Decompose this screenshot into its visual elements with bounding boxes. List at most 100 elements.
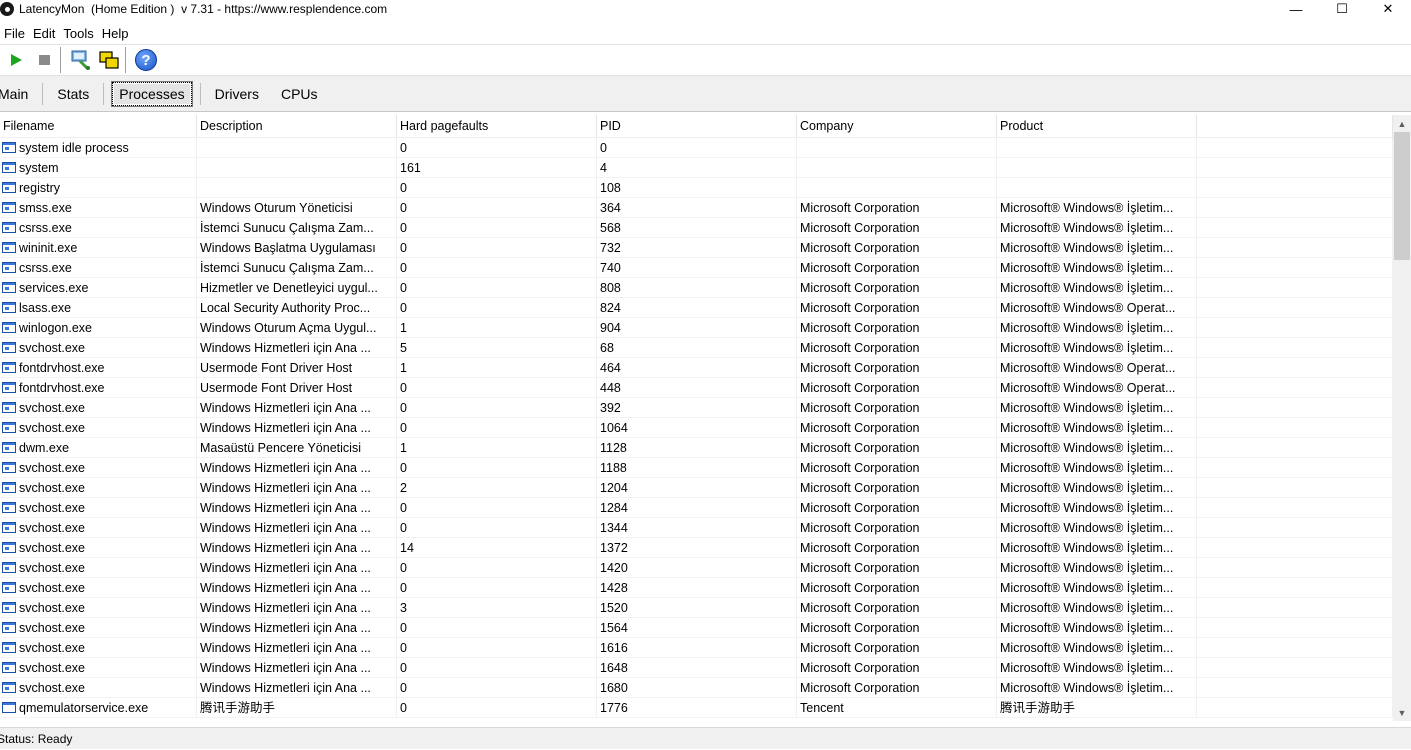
process-icon — [2, 562, 16, 573]
table-row[interactable]: svchost.exe Windows Hizmetleri için Ana .… — [0, 498, 1393, 518]
minimize-button[interactable]: — — [1273, 0, 1319, 18]
tab-main[interactable]: Main — [0, 83, 34, 105]
cell-hard-pagefaults: 1 — [397, 438, 597, 458]
filename-text: svchost.exe — [19, 620, 86, 635]
table-row[interactable]: fontdrvhost.exe Usermode Font Driver Host… — [0, 358, 1393, 378]
table-row[interactable]: svchost.exe Windows Hizmetleri için Ana .… — [0, 598, 1393, 618]
cell-company: Microsoft Corporation — [797, 678, 997, 698]
column-header-product[interactable]: Product — [997, 115, 1197, 138]
tab-bar: Main Stats Processes Drivers CPUs — [0, 76, 1411, 112]
close-button[interactable]: ✕ — [1365, 0, 1411, 18]
table-row[interactable]: lsass.exe Local Security Authority Proc..… — [0, 298, 1393, 318]
filename-text: svchost.exe — [19, 400, 86, 415]
cell-company: Microsoft Corporation — [797, 338, 997, 358]
table-row[interactable]: system 161 4 — [0, 158, 1393, 178]
maximize-button[interactable]: ☐ — [1319, 0, 1365, 18]
cell-hard-pagefaults: 0 — [397, 518, 597, 538]
tab-cpus[interactable]: CPUs — [275, 83, 324, 105]
table-row[interactable]: services.exe Hizmetler ve Denetleyici uyg… — [0, 278, 1393, 298]
process-icon — [2, 662, 16, 673]
cell-description: Windows Hizmetleri için Ana ... — [197, 458, 397, 478]
start-monitor-button[interactable] — [4, 48, 28, 72]
table-row[interactable]: svchost.exe Windows Hizmetleri için Ana .… — [0, 518, 1393, 538]
cell-product: Microsoft® Windows® İşletim... — [997, 558, 1197, 578]
table-row[interactable]: svchost.exe Windows Hizmetleri için Ana .… — [0, 578, 1393, 598]
filename-text: svchost.exe — [19, 480, 86, 495]
tab-processes[interactable]: Processes — [111, 80, 193, 107]
tab-separator — [199, 82, 201, 105]
scroll-up-arrow[interactable]: ▲ — [1393, 115, 1411, 132]
cell-filename: svchost.exe — [0, 458, 197, 478]
cell-filename: svchost.exe — [0, 478, 197, 498]
cell-pid: 68 — [597, 338, 797, 358]
table-row[interactable]: svchost.exe Windows Hizmetleri için Ana .… — [0, 538, 1393, 558]
table-row[interactable]: qmemulatorservice.exe 腾讯手游助手 0 1776 Tencent 腾… — [0, 698, 1393, 718]
vertical-scrollbar[interactable]: ▲ ▼ — [1393, 115, 1411, 721]
windows-tool-button[interactable] — [97, 48, 121, 72]
table-row[interactable]: registry 0 108 — [0, 178, 1393, 198]
column-header-pid[interactable]: PID — [597, 115, 797, 138]
scroll-down-arrow[interactable]: ▼ — [1393, 704, 1411, 721]
table-row[interactable]: csrss.exe İstemci Sunucu Çalışma Zam... 0 5… — [0, 218, 1393, 238]
filename-text: wininit.exe — [19, 240, 78, 255]
process-icon — [2, 142, 16, 153]
cell-hard-pagefaults: 0 — [397, 378, 597, 398]
column-header-description[interactable]: Description — [197, 115, 397, 138]
cell-description: Masaüstü Pencere Yöneticisi — [197, 438, 397, 458]
table-row[interactable]: svchost.exe Windows Hizmetleri için Ana .… — [0, 658, 1393, 678]
cell-filename: svchost.exe — [0, 618, 197, 638]
stop-monitor-button[interactable] — [32, 48, 56, 72]
cell-pid: 1428 — [597, 578, 797, 598]
table-row[interactable]: dwm.exe Masaüstü Pencere Yöneticisi 1 1128 M… — [0, 438, 1393, 458]
cell-filename: svchost.exe — [0, 498, 197, 518]
table-row[interactable]: svchost.exe Windows Hizmetleri için Ana .… — [0, 478, 1393, 498]
cell-filler — [1197, 138, 1393, 158]
cell-description: 腾讯手游助手 — [197, 698, 397, 718]
column-header-company[interactable]: Company — [797, 115, 997, 138]
column-header-filename[interactable]: Filename — [0, 115, 197, 138]
table-row[interactable]: system idle process 0 0 — [0, 138, 1393, 158]
table-row[interactable]: svchost.exe Windows Hizmetleri için Ana .… — [0, 458, 1393, 478]
filename-text: svchost.exe — [19, 520, 86, 535]
column-header-hard-pagefaults[interactable]: Hard pagefaults — [397, 115, 597, 138]
table-row[interactable]: svchost.exe Windows Hizmetleri için Ana .… — [0, 398, 1393, 418]
cell-product: Microsoft® Windows® İşletim... — [997, 478, 1197, 498]
cell-pid: 1564 — [597, 618, 797, 638]
table-row[interactable]: csrss.exe İstemci Sunucu Çalışma Zam... 0 7… — [0, 258, 1393, 278]
cell-product: 腾讯手游助手 — [997, 698, 1197, 718]
table-row[interactable]: svchost.exe Windows Hizmetleri için Ana .… — [0, 618, 1393, 638]
table-row[interactable]: svchost.exe Windows Hizmetleri için Ana .… — [0, 558, 1393, 578]
menu-file[interactable]: File — [0, 26, 29, 41]
filename-text: svchost.exe — [19, 560, 86, 575]
tab-stats[interactable]: Stats — [51, 83, 95, 105]
table-row[interactable]: fontdrvhost.exe Usermode Font Driver Host… — [0, 378, 1393, 398]
process-icon — [2, 602, 16, 613]
filename-text: services.exe — [19, 280, 89, 295]
scroll-thumb[interactable] — [1394, 132, 1410, 260]
cell-filler — [1197, 298, 1393, 318]
table-row[interactable]: svchost.exe Windows Hizmetleri için Ana .… — [0, 678, 1393, 698]
cell-filler — [1197, 378, 1393, 398]
cell-hard-pagefaults: 0 — [397, 638, 597, 658]
menu-edit[interactable]: Edit — [29, 26, 59, 41]
table-row[interactable]: winlogon.exe Windows Oturum Açma Uygul...… — [0, 318, 1393, 338]
cell-description: Windows Hizmetleri için Ana ... — [197, 678, 397, 698]
tab-separator — [103, 82, 105, 105]
table-row[interactable]: wininit.exe Windows Başlatma Uygulaması 0 7… — [0, 238, 1393, 258]
table-row[interactable]: svchost.exe Windows Hizmetleri için Ana .… — [0, 338, 1393, 358]
monitor-tool-button[interactable] — [69, 48, 93, 72]
menu-tools[interactable]: Tools — [59, 26, 97, 41]
process-icon — [2, 422, 16, 433]
cell-filler — [1197, 318, 1393, 338]
cell-filler — [1197, 638, 1393, 658]
table-row[interactable]: svchost.exe Windows Hizmetleri için Ana .… — [0, 638, 1393, 658]
cell-hard-pagefaults: 2 — [397, 478, 597, 498]
cell-description: İstemci Sunucu Çalışma Zam... — [197, 218, 397, 238]
tab-drivers[interactable]: Drivers — [209, 83, 265, 105]
menu-help[interactable]: Help — [98, 26, 133, 41]
cell-company: Microsoft Corporation — [797, 318, 997, 338]
help-button[interactable]: ? — [134, 48, 158, 72]
table-row[interactable]: svchost.exe Windows Hizmetleri için Ana .… — [0, 418, 1393, 438]
table-row[interactable]: smss.exe Windows Oturum Yöneticisi 0 364 Mic… — [0, 198, 1393, 218]
cell-description: Usermode Font Driver Host — [197, 378, 397, 398]
